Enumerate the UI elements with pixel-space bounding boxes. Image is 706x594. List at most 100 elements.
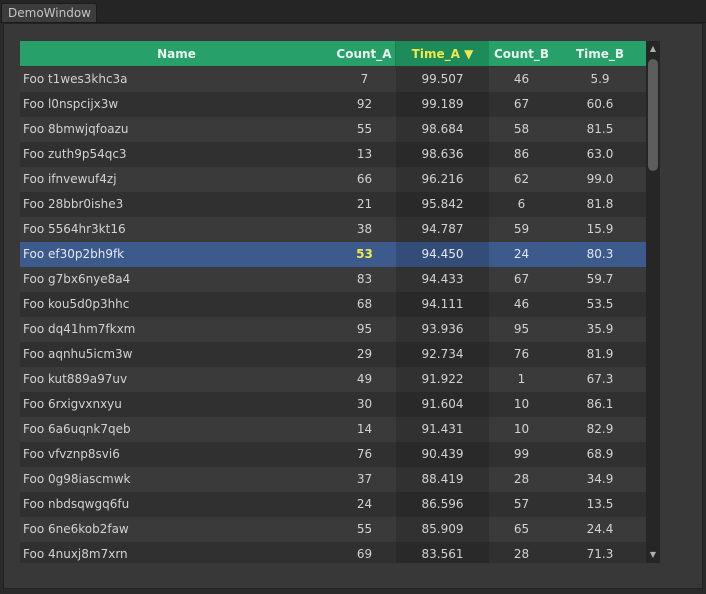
- cell-count-b: 10: [513, 422, 530, 436]
- table-row[interactable]: Foo kou5d0p3hhc 68 94.111 46 53.5: [20, 292, 646, 317]
- tab-demowindow[interactable]: DemoWindow: [1, 3, 97, 22]
- cell-name: Foo 4nuxj8m7xrn: [23, 547, 128, 561]
- table-body: Foo t1wes3khc3a 7 99.507 46 5.9 Foo l0nspcijx…: [20, 67, 646, 563]
- cell-count-b: 67: [513, 97, 530, 111]
- cell-time-b: 34.9: [586, 472, 614, 486]
- cell-count-b: 1: [517, 372, 526, 386]
- cell-count-a: 24: [356, 497, 373, 511]
- table-row[interactable]: Foo 5564hr3kt16 38 94.787 59 15.9: [20, 217, 646, 242]
- cell-count-b: 6: [517, 197, 526, 211]
- cell-count-b: 10: [513, 397, 530, 411]
- cell-time-a: 88.419: [396, 467, 489, 492]
- table-row[interactable]: Foo 28bbr0ishe3 21 95.842 6 81.8: [20, 192, 646, 217]
- cell-count-a: 21: [356, 197, 373, 211]
- cell-count-b: 62: [513, 172, 530, 186]
- cell-name: Foo t1wes3khc3a: [23, 72, 128, 86]
- cell-time-a: 85.909: [396, 517, 489, 542]
- cell-time-b: 13.5: [586, 497, 614, 511]
- column-header-count-b[interactable]: Count_B: [489, 41, 554, 66]
- cell-count-b: 57: [513, 497, 530, 511]
- cell-name: Foo 6ne6kob2faw: [23, 522, 129, 536]
- cell-time-a: 90.439: [396, 442, 489, 467]
- column-header-count-a[interactable]: Count_A: [333, 41, 396, 66]
- table-row[interactable]: Foo 8bmwjqfoazu 55 98.684 58 81.5: [20, 117, 646, 142]
- table-row[interactable]: Foo g7bx6nye8a4 83 94.433 67 59.7: [20, 267, 646, 292]
- cell-time-b: 15.9: [586, 222, 614, 236]
- column-header-name[interactable]: Name: [20, 41, 333, 66]
- table-row[interactable]: Foo 6a6uqnk7qeb 14 91.431 10 82.9: [20, 417, 646, 442]
- demo-window: DemoWindow Name Count_A Time_A ▼ Count_B…: [0, 0, 706, 594]
- table-row[interactable]: Foo zuth9p54qc3 13 98.636 86 63.0: [20, 142, 646, 167]
- cell-time-b: 81.9: [586, 347, 614, 361]
- cell-time-b: 5.9: [590, 72, 610, 86]
- cell-count-a: 7: [360, 72, 369, 86]
- tab-bar: DemoWindow: [0, 0, 706, 23]
- cell-time-a: 99.189: [396, 92, 489, 117]
- cell-count-a: 30: [356, 397, 373, 411]
- cell-time-b: 82.9: [586, 422, 614, 436]
- cell-count-a: 13: [356, 147, 373, 161]
- cell-count-b: 24: [513, 247, 530, 261]
- cell-time-a: 94.450: [396, 242, 489, 267]
- table-row[interactable]: Foo aqnhu5icm3w 29 92.734 76 81.9: [20, 342, 646, 367]
- cell-time-a: 86.596: [396, 492, 489, 517]
- cell-time-a: 91.431: [396, 417, 489, 442]
- cell-count-a: 55: [356, 522, 373, 536]
- cell-name: Foo ifnvewuf4zj: [23, 172, 117, 186]
- scroll-up-icon[interactable]: ▲: [646, 43, 660, 55]
- table-row[interactable]: Foo nbdsqwgq6fu 24 86.596 57 13.5: [20, 492, 646, 517]
- cell-time-b: 53.5: [586, 297, 614, 311]
- cell-time-a: 94.787: [396, 217, 489, 242]
- cell-count-a: 69: [356, 547, 373, 561]
- cell-name: Foo kou5d0p3hhc: [23, 297, 130, 311]
- cell-time-b: 63.0: [586, 147, 614, 161]
- cell-count-a: 92: [356, 97, 373, 111]
- cell-time-a: 96.216: [396, 167, 489, 192]
- cell-name: Foo zuth9p54qc3: [23, 147, 127, 161]
- table-row[interactable]: Foo t1wes3khc3a 7 99.507 46 5.9: [20, 67, 646, 92]
- cell-count-b: 46: [513, 297, 530, 311]
- cell-count-a: 37: [356, 472, 373, 486]
- data-table: Name Count_A Time_A ▼ Count_B Time_B Foo…: [20, 41, 660, 563]
- vertical-scrollbar[interactable]: ▲ ▼: [646, 41, 660, 563]
- cell-time-b: 80.3: [586, 247, 614, 261]
- table-row[interactable]: Foo 6rxigvxnxyu 30 91.604 10 86.1: [20, 392, 646, 417]
- cell-count-b: 28: [513, 472, 530, 486]
- cell-time-a: 98.636: [396, 142, 489, 167]
- table-row[interactable]: Foo dq41hm7fkxm 95 93.936 95 35.9: [20, 317, 646, 342]
- cell-count-a: 55: [356, 122, 373, 136]
- table-row-selected[interactable]: Foo ef30p2bh9fk 53 94.450 24 80.3: [20, 242, 646, 267]
- table-row[interactable]: Foo 4nuxj8m7xrn 69 83.561 28 71.3: [20, 542, 646, 563]
- cell-name: Foo l0nspcijx3w: [23, 97, 119, 111]
- cell-time-b: 67.3: [586, 372, 614, 386]
- cell-count-b: 46: [513, 72, 530, 86]
- cell-time-b: 81.5: [586, 122, 614, 136]
- table-row[interactable]: Foo kut889a97uv 49 91.922 1 67.3: [20, 367, 646, 392]
- cell-time-b: 81.8: [586, 197, 614, 211]
- cell-count-a: 53: [356, 247, 373, 261]
- column-header-time-a[interactable]: Time_A ▼: [396, 41, 489, 66]
- scrollbar-thumb[interactable]: [648, 59, 658, 171]
- cell-time-a: 99.507: [396, 67, 489, 92]
- table-row[interactable]: Foo ifnvewuf4zj 66 96.216 62 99.0: [20, 167, 646, 192]
- cell-name: Foo 6rxigvxnxyu: [23, 397, 122, 411]
- table-row[interactable]: Foo 0g98iascmwk 37 88.419 28 34.9: [20, 467, 646, 492]
- table-row[interactable]: Foo l0nspcijx3w 92 99.189 67 60.6: [20, 92, 646, 117]
- cell-count-b: 95: [513, 322, 530, 336]
- cell-count-b: 58: [513, 122, 530, 136]
- scroll-down-icon[interactable]: ▼: [646, 549, 660, 561]
- cell-count-a: 68: [356, 297, 373, 311]
- cell-name: Foo ef30p2bh9fk: [20, 242, 333, 267]
- cell-time-a: 91.604: [396, 392, 489, 417]
- cell-time-b: 71.3: [586, 547, 614, 561]
- cell-time-b: 24.4: [586, 522, 614, 536]
- cell-time-a: 83.561: [396, 542, 489, 563]
- cell-name: Foo dq41hm7fkxm: [23, 322, 136, 336]
- cell-count-b: 86: [513, 147, 530, 161]
- column-header-time-b[interactable]: Time_B: [554, 41, 646, 66]
- cell-time-b: 99.0: [586, 172, 614, 186]
- table-row[interactable]: Foo 6ne6kob2faw 55 85.909 65 24.4: [20, 517, 646, 542]
- table-row[interactable]: Foo vfvznp8svi6 76 90.439 99 68.9: [20, 442, 646, 467]
- table-header: Name Count_A Time_A ▼ Count_B Time_B: [20, 41, 646, 66]
- cell-count-a: 49: [356, 372, 373, 386]
